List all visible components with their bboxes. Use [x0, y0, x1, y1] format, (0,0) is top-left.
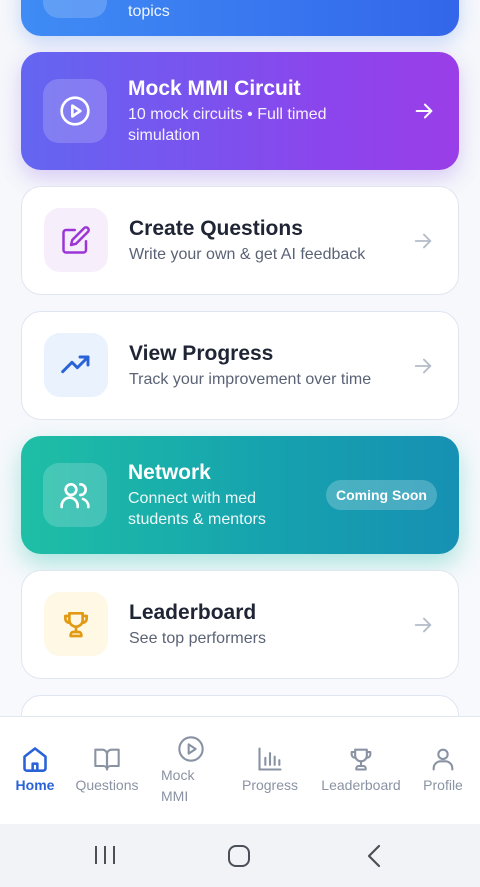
coming-soon-badge: Coming Soon — [326, 480, 437, 510]
home-circle-icon[interactable] — [226, 843, 252, 869]
view-progress-card[interactable]: View Progress Track your improvement ove… — [21, 311, 459, 420]
card-subtitle: Connect with med students & mentors — [128, 490, 266, 528]
home-scroll-area[interactable]: topics Mock MMI Circuit 10 mock circuits… — [0, 0, 480, 716]
card-title: Network — [128, 461, 211, 484]
tab-label: Progress — [241, 777, 299, 793]
tab-label: Profile — [423, 777, 463, 793]
study-topics-card[interactable]: topics — [21, 0, 459, 36]
card-title: Create Questions — [129, 217, 303, 240]
create-questions-card[interactable]: Create Questions Write your own & get AI… — [21, 186, 459, 295]
tab-label: Mock MMI — [161, 767, 195, 804]
card-subtitle: topics — [128, 3, 170, 20]
arrow-right-icon — [414, 233, 432, 249]
tab-progress[interactable]: Progress — [236, 717, 304, 825]
edit-icon — [44, 208, 108, 272]
card-subtitle: See top performers — [129, 630, 266, 647]
card-subtitle: 10 mock circuits • Full timed simulation — [128, 106, 327, 144]
home-icon — [23, 747, 47, 772]
card-title: Mock MMI Circuit — [128, 77, 301, 100]
card-subtitle: Track your improvement over time — [129, 371, 372, 388]
arrow-right-icon — [414, 358, 432, 374]
users-icon — [43, 463, 107, 527]
network-card[interactable]: Network Connect with med students & ment… — [21, 436, 459, 554]
system-nav-bar — [0, 824, 480, 887]
tab-questions[interactable]: Questions — [72, 717, 142, 825]
recents-icon[interactable] — [92, 843, 118, 867]
mock-mmi-circuit-card[interactable]: Mock MMI Circuit 10 mock circuits • Full… — [21, 52, 459, 170]
leaderboard-card[interactable]: Leaderboard See top performers — [21, 570, 459, 679]
card-subtitle: Write your own & get AI feedback — [129, 246, 366, 263]
arrow-right-icon — [414, 617, 432, 633]
tab-label: Home — [15, 777, 55, 793]
tab-profile[interactable]: Profile — [416, 717, 470, 825]
user-icon — [432, 748, 454, 771]
bottom-tab-bar: Home Questions Mock MMI Progress Leaderb… — [0, 716, 480, 824]
book-icon — [94, 748, 120, 771]
play-circle-icon — [178, 736, 204, 762]
card-title: Leaderboard — [129, 601, 257, 624]
trophy-icon — [350, 748, 372, 771]
bar-chart-icon — [258, 747, 282, 771]
card-icon-tile — [43, 0, 107, 18]
tab-home[interactable]: Home — [8, 717, 62, 825]
tab-label: Leaderboard — [321, 777, 401, 793]
arrow-right-icon — [415, 103, 433, 119]
tab-mock-mmi[interactable]: Mock MMI — [156, 717, 226, 825]
trophy-icon — [44, 592, 108, 656]
back-icon[interactable] — [362, 842, 386, 870]
trending-up-icon — [44, 333, 108, 397]
tab-label: Questions — [75, 777, 139, 793]
card-title: View Progress — [129, 342, 274, 365]
tab-leaderboard[interactable]: Leaderboard — [314, 717, 408, 825]
play-circle-icon — [43, 79, 107, 143]
next-card[interactable] — [21, 695, 459, 716]
